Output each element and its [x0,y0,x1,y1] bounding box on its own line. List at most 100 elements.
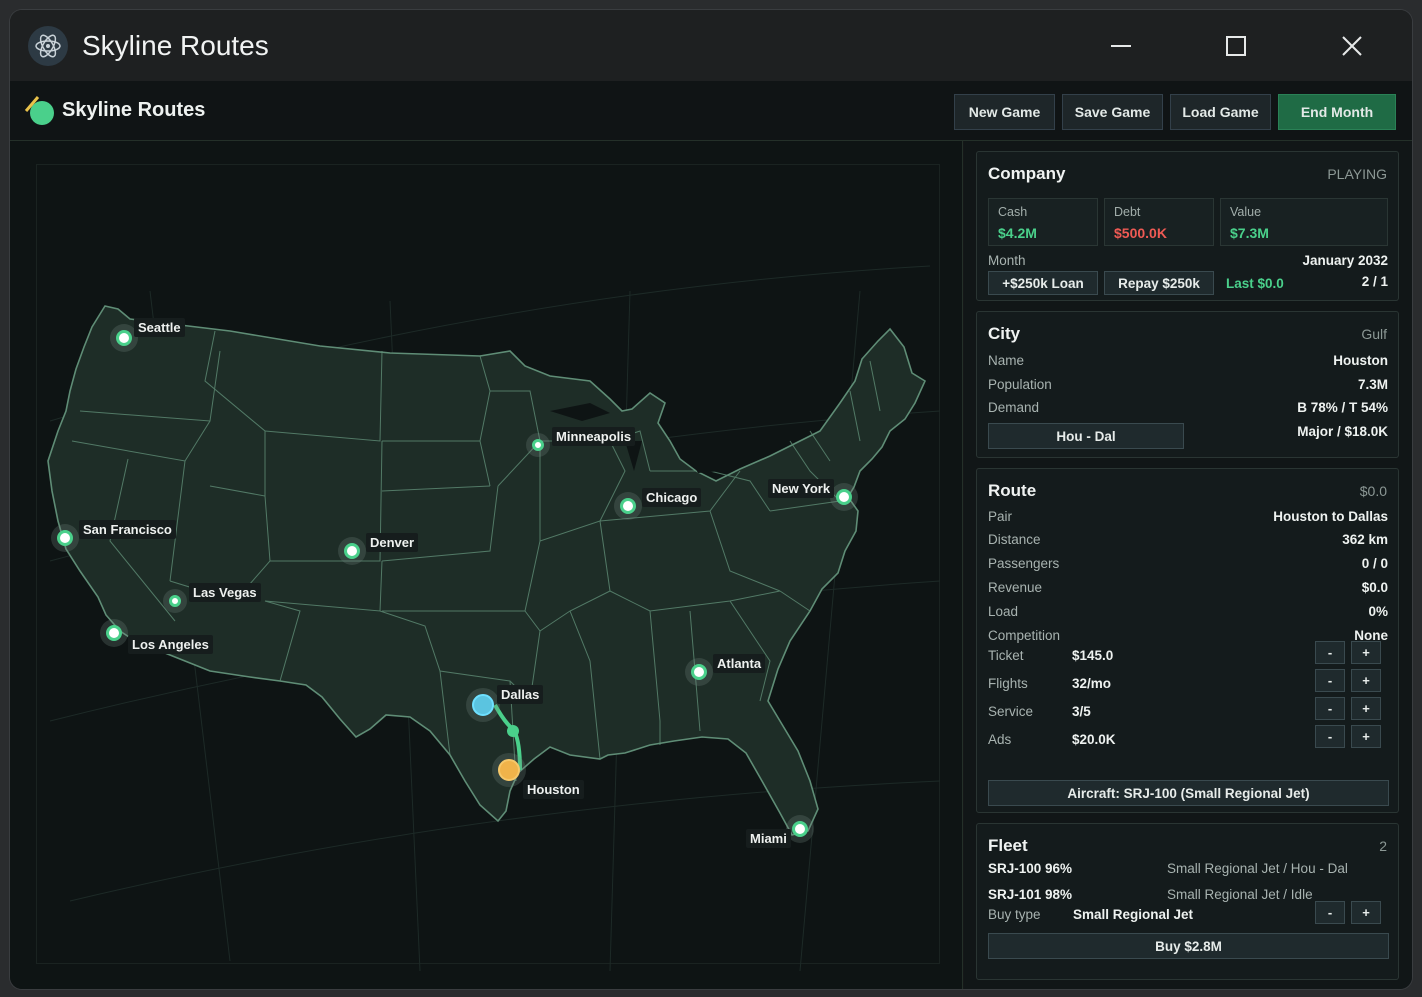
end-month-button[interactable]: End Month [1278,94,1396,130]
game-window: Skyline Routes Skyline Routes New Game S… [10,10,1412,989]
city-dot [792,821,808,837]
company-panel: Company PLAYING Cash $4.2M Debt $500.0K … [976,151,1399,301]
fleet-title: Fleet [988,836,1028,855]
debt-label: Debt [1114,205,1141,219]
last-income: Last $0.0 [1226,276,1284,291]
passengers-label: Passengers [988,556,1060,571]
city-dot [57,530,73,546]
city-label: Chicago [642,488,702,507]
city-dot [836,489,852,505]
distance-value: 362 km [1342,532,1388,547]
city-tier: Major / $18.0K [1297,424,1388,439]
city-label: New York [768,479,835,498]
close-icon [1342,36,1362,56]
competition-label: Competition [988,628,1061,643]
fleet-count: 2 [1379,838,1387,854]
buy-type-next-button[interactable]: + [1351,901,1381,924]
city-dot [691,664,707,680]
flights-increase-button[interactable]: + [1351,669,1381,692]
aircraft-select-button[interactable]: Aircraft: SRJ-100 (Small Regional Jet) [988,780,1389,806]
ads-decrease-button[interactable]: - [1315,725,1345,748]
fleet-item-id[interactable]: SRJ-101 98% [988,887,1072,902]
minimize-button[interactable] [1101,28,1141,64]
load-label: Load [988,604,1019,619]
city-title: City [988,324,1021,343]
ads-increase-button[interactable]: + [1351,725,1381,748]
city-dot [620,498,636,514]
city-dot [106,625,122,641]
value-stat: Value $7.3M [1220,198,1388,246]
city-dot [532,439,544,451]
city-label: Minneapolis [552,427,636,446]
service-decrease-button[interactable]: - [1315,697,1345,720]
city-marker-dallas[interactable] [466,688,500,722]
buy-aircraft-button[interactable]: Buy $2.8M [988,933,1389,959]
fleet-item-desc: Small Regional Jet / Idle [1167,887,1313,902]
service-increase-button[interactable]: + [1351,697,1381,720]
ads-label: Ads [988,732,1012,747]
title-bar: Skyline Routes [10,10,1412,81]
distance-label: Distance [988,532,1041,547]
city-dot [472,694,494,716]
us-map[interactable] [10,141,963,989]
close-button[interactable] [1332,28,1372,64]
side-panel: Company PLAYING Cash $4.2M Debt $500.0K … [964,141,1412,989]
load-game-button[interactable]: Load Game [1170,94,1271,130]
city-route-button[interactable]: Hou - Dal [988,423,1184,449]
window-title: Skyline Routes [82,30,269,61]
take-loan-button[interactable]: +$250k Loan [988,271,1098,295]
city-label: Houston [523,780,584,799]
fleet-item-id[interactable]: SRJ-100 96% [988,861,1072,876]
fleet-panel: Fleet 2 SRJ-100 96% Small Regional Jet /… [976,823,1399,980]
revenue-value: $0.0 [1361,580,1388,595]
turn-counter: 2 / 1 [1361,274,1388,289]
load-value: 0% [1368,604,1388,619]
city-label: Los Angeles [128,635,213,654]
maximize-icon [1226,36,1246,56]
ticket-decrease-button[interactable]: - [1315,641,1345,664]
city-label: Atlanta [713,654,766,673]
city-dot [344,543,360,559]
city-marker-las-vegas[interactable] [163,589,187,613]
city-dot [498,759,520,781]
debt-stat: Debt $500.0K [1104,198,1214,246]
cash-label: Cash [998,205,1028,219]
buy-type-value: Small Regional Jet [1073,907,1194,922]
city-dot [116,330,132,346]
city-marker-atlanta[interactable] [685,658,713,686]
city-marker-houston[interactable] [492,753,526,787]
city-dot [169,595,181,607]
map-pane[interactable]: Seattle San Francisco Los Angeles Las Vegas… [10,141,963,989]
flights-label: Flights [988,676,1028,691]
city-marker-san-francisco[interactable] [51,524,79,552]
city-marker-los-angeles[interactable] [100,619,128,647]
repay-loan-button[interactable]: Repay $250k [1104,271,1214,295]
route-panel: Route $0.0 Pair Houston to Dallas Distan… [976,468,1399,813]
city-marker-denver[interactable] [338,537,366,565]
population-value: 7.3M [1357,377,1388,392]
city-label: Seattle [134,318,185,337]
passengers-value: 0 / 0 [1361,556,1388,571]
ticket-value: $145.0 [1072,648,1114,663]
maximize-button[interactable] [1216,28,1256,64]
city-marker-new-york[interactable] [830,483,858,511]
service-label: Service [988,704,1034,719]
buy-type-prev-button[interactable]: - [1315,901,1345,924]
pair-value: Houston to Dallas [1273,509,1388,524]
city-label: Dallas [497,685,544,704]
us-landmass [47,305,927,836]
city-name-value: Houston [1333,353,1388,368]
save-game-button[interactable]: Save Game [1062,94,1163,130]
demand-value: B 78% / T 54% [1297,400,1388,415]
minimize-icon [1111,45,1131,47]
ticket-increase-button[interactable]: + [1351,641,1381,664]
city-marker-chicago[interactable] [614,492,642,520]
city-label: Miami [746,829,791,848]
new-game-button[interactable]: New Game [954,94,1055,130]
city-label: Denver [366,533,419,552]
month-value: January 2032 [1302,253,1388,268]
flights-decrease-button[interactable]: - [1315,669,1345,692]
city-panel: City Gulf Name Houston Population 7.3M D… [976,311,1399,458]
ads-value: $20.0K [1072,732,1116,747]
city-marker-minneapolis[interactable] [526,433,550,457]
